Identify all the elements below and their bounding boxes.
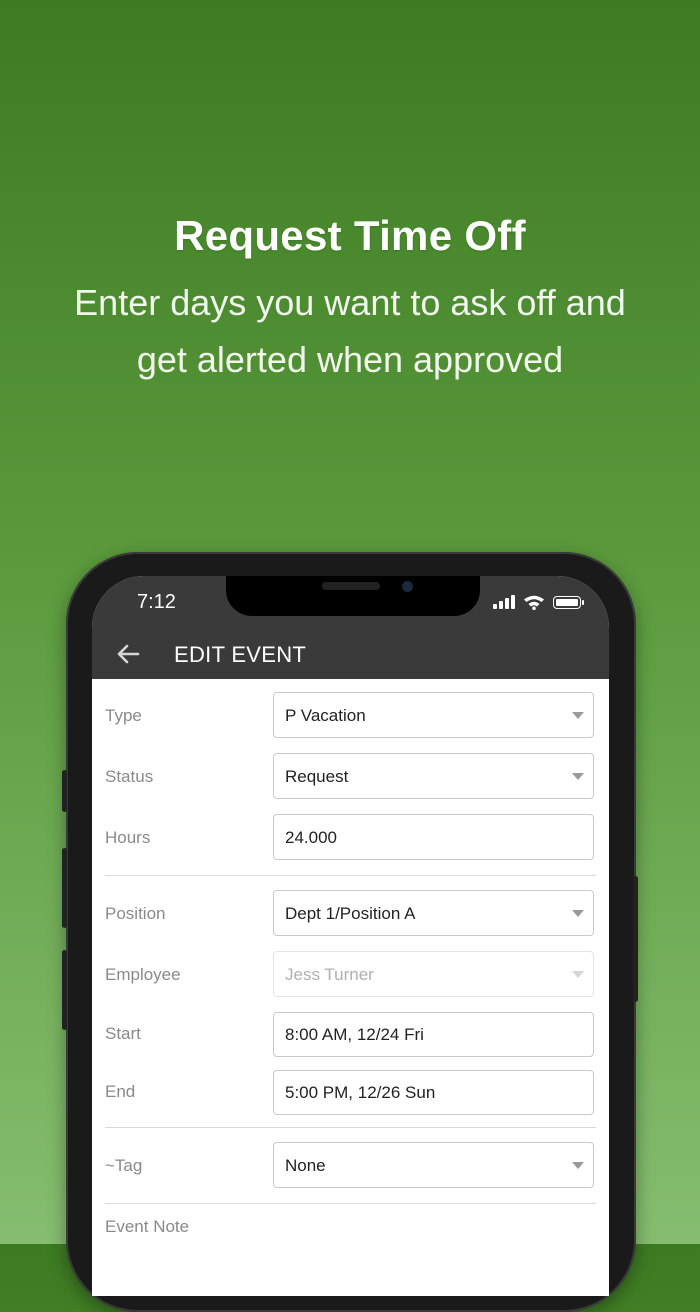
type-label: Type [105,706,142,725]
wifi-icon [524,595,544,610]
divider [105,875,596,876]
status-time: 7:12 [137,591,176,613]
event-note-label: Event Note [105,1217,190,1236]
phone-volume-up [62,848,67,928]
chevron-down-icon [572,1162,584,1169]
cellular-signal-icon [493,595,515,609]
chevron-down-icon [572,971,584,978]
employee-select: Jess Turner [273,951,594,997]
promo-subline: Enter days you want to ask off and get a… [74,282,626,380]
position-value: Dept 1/Position A [285,904,416,923]
chevron-down-icon [572,712,584,719]
divider [105,1203,596,1204]
status-label: Status [105,767,154,786]
position-select[interactable]: Dept 1/Position A [273,890,594,936]
back-arrow-icon[interactable] [114,640,144,670]
front-camera [402,581,413,592]
phone-volume-down [62,950,67,1030]
position-label: Position [105,904,166,923]
page-title: EDIT EVENT [174,642,307,667]
end-value: 5:00 PM, 12/26 Sun [285,1083,436,1102]
hours-label: Hours [105,828,151,847]
start-datetime-field[interactable]: 8:00 AM, 12/24 Fri [273,1012,594,1057]
end-label: End [105,1082,136,1101]
app-bar: EDIT EVENT [92,630,609,679]
chevron-down-icon [572,910,584,917]
type-value: P Vacation [285,706,366,725]
start-value: 8:00 AM, 12/24 Fri [285,1025,424,1044]
tag-value: None [285,1156,326,1175]
start-label: Start [105,1024,141,1043]
employee-value: Jess Turner [285,965,374,984]
phone-power-button [633,876,638,1002]
divider [105,1127,596,1128]
notch [226,576,480,616]
tag-label: ~Tag [105,1156,143,1175]
phone-screen: 7:12 EDIT EVENT Type P Vacation Status R… [92,576,609,1296]
status-select[interactable]: Request [273,753,594,799]
status-icons [493,594,584,610]
battery-icon [553,595,584,609]
end-datetime-field[interactable]: 5:00 PM, 12/26 Sun [273,1070,594,1115]
status-value: Request [285,767,349,786]
speaker [322,582,380,590]
employee-label: Employee [105,965,181,984]
tag-select[interactable]: None [273,1142,594,1188]
hours-value: 24.000 [285,828,337,847]
phone-mute-switch [62,770,67,812]
promo-headline: Request Time Off [174,212,526,259]
chevron-down-icon [572,773,584,780]
type-select[interactable]: P Vacation [273,692,594,738]
hours-input[interactable]: 24.000 [273,814,594,860]
status-bar: 7:12 [92,576,609,630]
